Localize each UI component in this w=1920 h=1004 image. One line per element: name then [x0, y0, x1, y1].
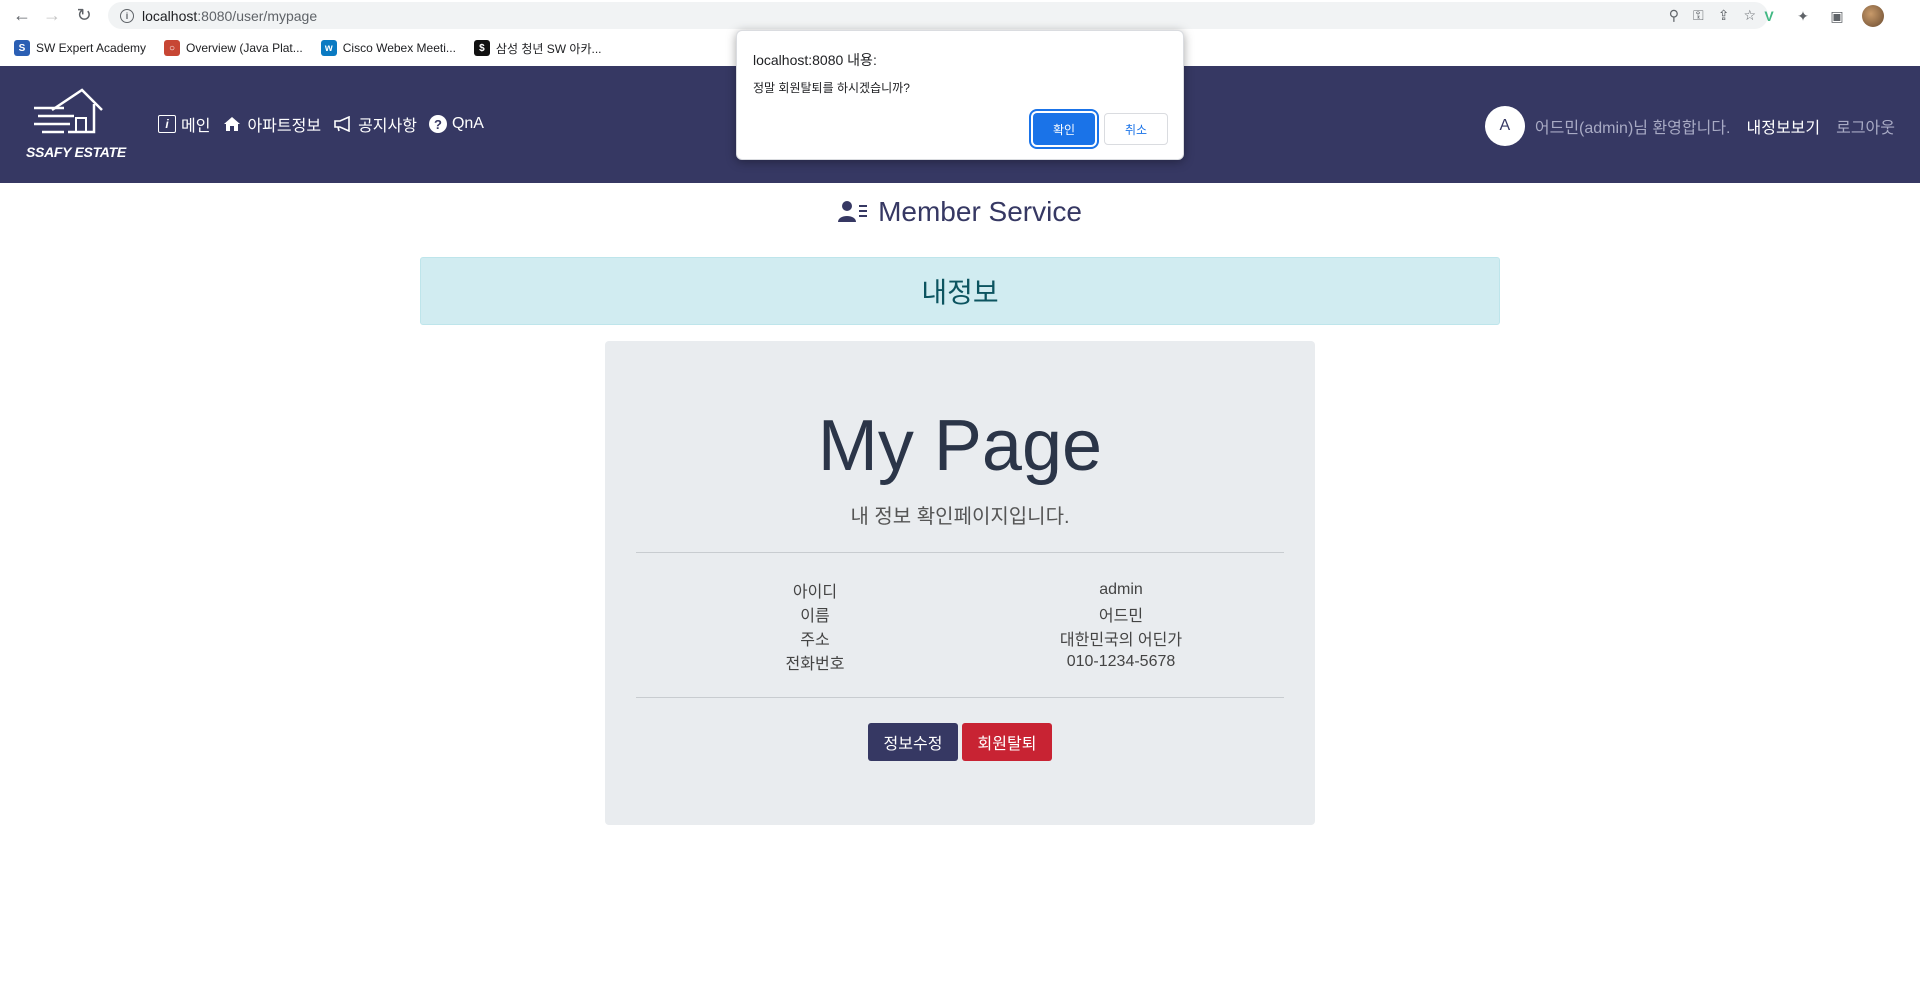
bookmark-label: Cisco Webex Meeti... [342, 41, 456, 55]
omnibox-actions: ⚲ ⚿ ⇪ ☆ [1669, 7, 1756, 24]
page-subtitle: 내 정보 확인페이지입니다. [850, 506, 1070, 528]
side-panel-icon[interactable]: ▣ [1828, 7, 1846, 25]
alert-text: 내정보 [921, 277, 999, 308]
address-bar[interactable]: i localhost:8080/user/mypage ⚲ ⚿ ⇪ ☆ [108, 2, 1768, 29]
menu-item-main[interactable]: i 메인 [158, 112, 210, 136]
info-value: admin [1099, 581, 1143, 598]
forward-arrow-icon[interactable]: → [42, 5, 62, 25]
page-title: My Page [817, 406, 1103, 486]
menu-label: 공지사항 [358, 118, 417, 135]
info-row-phone: 전화번호 010-1234-5678 [605, 650, 1315, 674]
dialog-cancel-button[interactable]: 취소 [1104, 113, 1168, 145]
menu-item-notice[interactable]: 공지사항 [333, 112, 417, 136]
user-area: A 어드민(admin)님 환영합니다. 내정보보기 로그아웃 [1484, 106, 1895, 146]
home-icon [222, 114, 242, 134]
action-buttons: 정보수정 회원탈퇴 [605, 723, 1315, 761]
mypage-link[interactable]: 내정보보기 [1747, 114, 1821, 138]
profile-avatar-icon[interactable] [1862, 5, 1884, 27]
edit-info-button[interactable]: 정보수정 [868, 723, 958, 761]
share-icon[interactable]: ⇪ [1718, 7, 1730, 24]
menu-label: QnA [451, 115, 484, 132]
vue-devtools-icon[interactable]: V [1760, 7, 1778, 25]
dialog-message: 정말 회원탈퇴를 하시겠습니까? [753, 81, 910, 95]
bookmark-label: 삼성 청년 SW 아카... [495, 41, 602, 56]
dialog-ok-button[interactable]: 확인 [1033, 113, 1095, 145]
withdraw-button[interactable]: 회원탈퇴 [962, 723, 1052, 761]
bookmark-webex[interactable]: w Cisco Webex Meeti... [320, 40, 456, 56]
question-icon: ? [428, 115, 447, 133]
dialog-title: localhost:8080 내용: [753, 52, 877, 68]
url-path: :8080/user/mypage [197, 7, 318, 24]
house-logo-icon [34, 88, 103, 134]
menu-item-qna[interactable]: ? QnA [428, 115, 484, 133]
bookmark-ssafy[interactable]: $ 삼성 청년 SW 아카... [473, 40, 602, 57]
extension-area: V ✦ ▣ [1760, 5, 1884, 27]
site-logo[interactable]: SSAFY ESTATE [26, 88, 128, 160]
user-info-table: 아이디 admin 이름 어드민 주소 대한민국의 어딘가 전화번호 010-1… [605, 578, 1315, 674]
user-avatar: A [1484, 106, 1525, 146]
location-icon[interactable]: ⚲ [1669, 7, 1679, 24]
megaphone-icon [333, 114, 353, 134]
star-icon[interactable]: ☆ [1743, 7, 1756, 24]
browser-toolbar: ← → ↻ i localhost:8080/user/mypage ⚲ ⚿ ⇪… [0, 0, 1920, 31]
info-label: 주소 [800, 632, 830, 649]
menu-item-apartment[interactable]: 아파트정보 [222, 112, 321, 136]
divider [636, 697, 1284, 698]
divider [636, 552, 1284, 553]
bookmark-label: Overview (Java Plat... [186, 41, 303, 55]
reload-icon[interactable]: ↻ [74, 5, 94, 25]
info-value: 010-1234-5678 [1066, 653, 1176, 670]
bookmark-swea[interactable]: S SW Expert Academy [14, 40, 146, 56]
url-host: localhost [142, 7, 198, 24]
welcome-text: 어드민(admin)님 환영합니다. [1534, 120, 1731, 137]
confirm-dialog: localhost:8080 내용: 정말 회원탈퇴를 하시겠습니까? 확인 취… [736, 30, 1184, 160]
info-label: 아이디 [792, 584, 838, 601]
site-info-icon[interactable]: i [120, 8, 134, 23]
info-label: 전화번호 [785, 656, 845, 673]
mypage-card: My Page 내 정보 확인페이지입니다. 아이디 admin 이름 어드민 … [605, 341, 1315, 825]
info-alert: 내정보 [420, 257, 1500, 325]
puzzle-extensions-icon[interactable]: ✦ [1794, 7, 1812, 25]
bookmark-label: SW Expert Academy [36, 41, 147, 55]
user-list-icon [838, 201, 868, 222]
main-menu: i 메인 아파트정보 공지사항 ? QnA [158, 112, 484, 136]
oracle-icon: ○ [164, 40, 181, 56]
logout-link[interactable]: 로그아웃 [1836, 114, 1895, 138]
info-label: 이름 [800, 608, 830, 625]
ssafy-bookmark-icon: $ [473, 40, 490, 56]
info-value: 어드민 [1098, 608, 1144, 625]
section-title-text: Member Service [878, 196, 1082, 227]
key-icon[interactable]: ⚿ [1693, 7, 1704, 24]
swea-icon: S [14, 40, 30, 56]
info-value: 대한민국의 어딘가 [1059, 632, 1183, 649]
info-icon: i [158, 115, 176, 133]
menu-label: 아파트정보 [247, 118, 322, 135]
back-arrow-icon[interactable]: ← [12, 5, 32, 25]
info-row-id: 아이디 admin [605, 578, 1315, 602]
menu-label: 메인 [181, 118, 211, 135]
bookmark-java-overview[interactable]: ○ Overview (Java Plat... [164, 40, 303, 56]
webex-icon: w [320, 40, 337, 56]
logo-text: SSAFY ESTATE [26, 144, 126, 160]
info-row-address: 주소 대한민국의 어딘가 [605, 626, 1315, 650]
info-row-name: 이름 어드민 [605, 602, 1315, 626]
section-title: Member Service [0, 196, 1920, 228]
